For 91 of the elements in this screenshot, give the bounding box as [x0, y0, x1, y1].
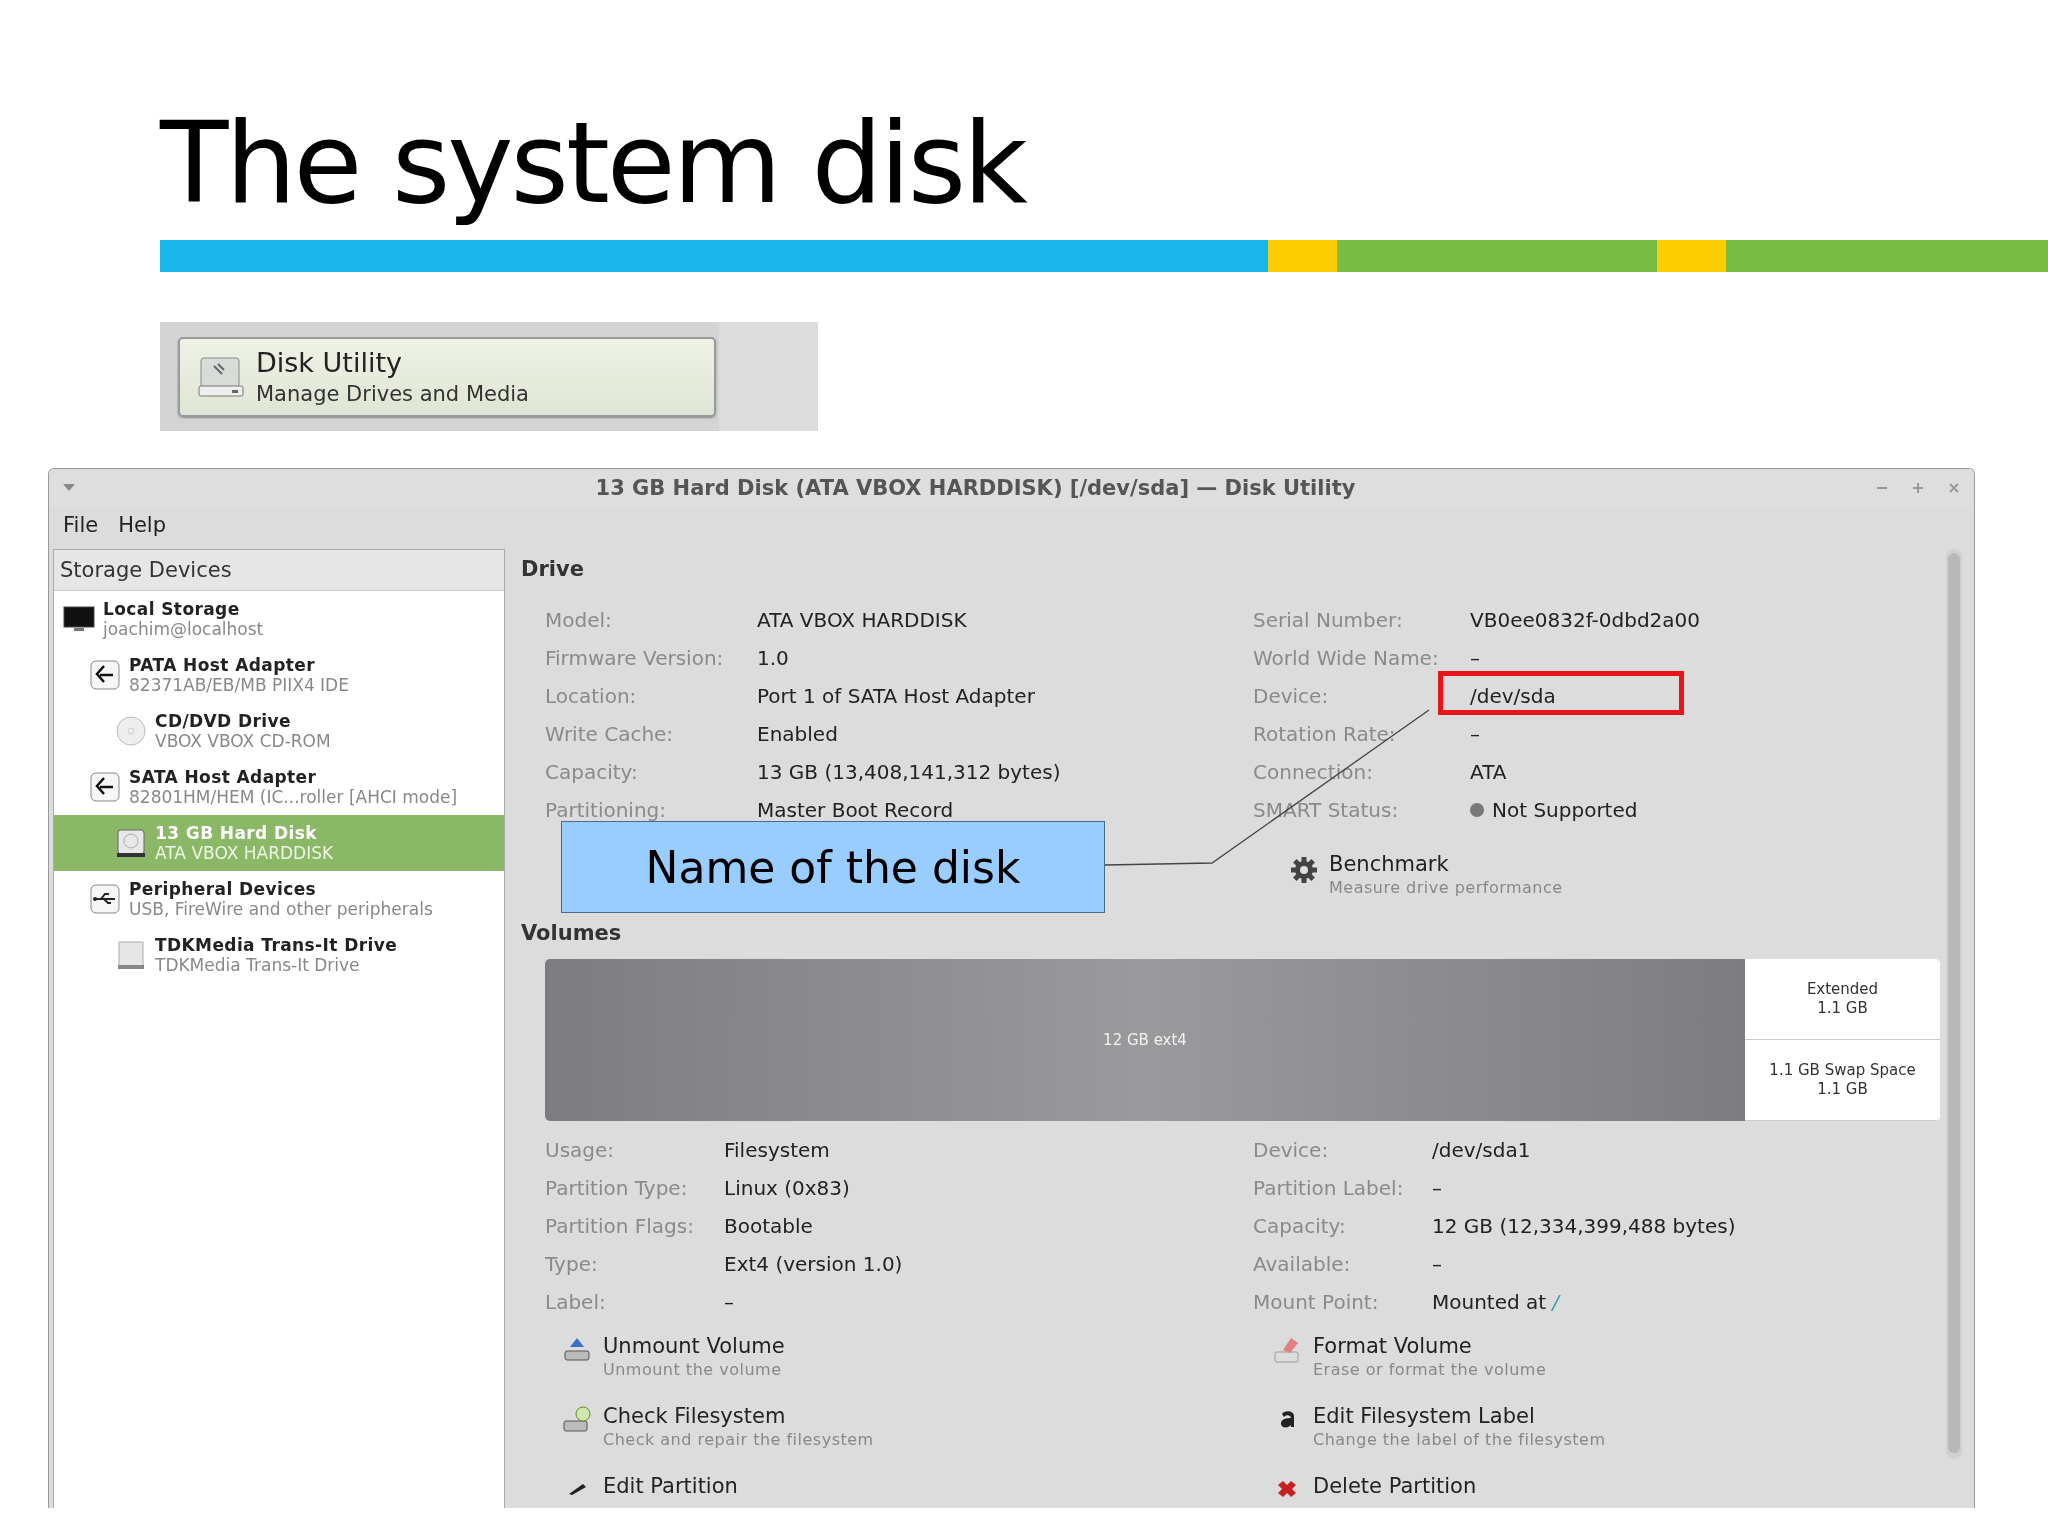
- field-value: –: [1470, 721, 1481, 748]
- field-value: –: [1432, 1251, 1443, 1278]
- partition-label: 12 GB ext4: [1103, 1030, 1187, 1050]
- close-icon[interactable]: [1948, 482, 1960, 494]
- connector-icon: [88, 770, 122, 804]
- sidebar-item[interactable]: SATA Host Adapter 82801HM/HEM (IC...roller [AHCI mode]: [54, 759, 504, 815]
- field-label: Partition Label:: [1253, 1175, 1405, 1202]
- field-value: ATA: [1470, 759, 1508, 786]
- field-label: Firmware Version:: [545, 645, 725, 672]
- field-label: Usage:: [545, 1137, 616, 1164]
- scroll-thumb[interactable]: [1948, 553, 1960, 1453]
- field-label: Model:: [545, 607, 613, 634]
- disc-icon: [114, 714, 148, 748]
- partition-label: 1.1 GB: [1817, 1080, 1868, 1099]
- usb-icon: [88, 882, 122, 916]
- field-value: –: [1470, 645, 1481, 672]
- field-value: VB0ee0832f-0dbd2a00: [1470, 607, 1702, 634]
- field-value: Master Boot Record: [757, 797, 955, 824]
- partition-segment[interactable]: 1.1 GB Swap Space 1.1 GB: [1745, 1040, 1940, 1121]
- hard-drive-icon: [114, 826, 148, 860]
- field-label: Capacity:: [545, 759, 639, 786]
- field-label: Available:: [1253, 1251, 1352, 1278]
- sidebar-item[interactable]: PATA Host Adapter 82371AB/EB/MB PIIX4 IDE: [54, 647, 504, 703]
- slide-title: The system disk: [158, 97, 1027, 230]
- field-value: Mounted at: [1432, 1289, 1547, 1316]
- field-value: Enabled: [757, 721, 839, 748]
- status-dot-icon: [1470, 803, 1484, 817]
- launcher-subtitle: Manage Drives and Media: [256, 380, 529, 408]
- action-item[interactable]: Edit Filesystem Label Change the label of the filesystem: [1271, 1403, 1970, 1451]
- field-value: –: [1432, 1175, 1443, 1202]
- eject-icon: [562, 1336, 592, 1362]
- launcher-title: Disk Utility: [256, 345, 403, 380]
- field-label: Serial Number:: [1253, 607, 1404, 634]
- field-value: /dev/sda: [1470, 683, 1557, 710]
- field-label: Write Cache:: [545, 721, 675, 748]
- field-value: Port 1 of SATA Host Adapter: [757, 683, 1036, 710]
- sidebar-item[interactable]: Peripheral Devices USB, FireWire and other peripherals: [54, 871, 504, 927]
- partition-label: 1.1 GB Swap Space: [1769, 1061, 1916, 1080]
- field-value: 1.0: [757, 645, 790, 672]
- letter-icon: [1279, 1410, 1295, 1428]
- field-label: Partition Flags:: [545, 1213, 695, 1240]
- menu-item[interactable]: Help: [118, 513, 167, 537]
- field-label: Label:: [545, 1289, 607, 1316]
- delete-icon: [1277, 1480, 1297, 1498]
- field-value: –: [724, 1289, 735, 1316]
- section-heading: Drive: [521, 556, 585, 583]
- partition-label: Extended: [1806, 980, 1879, 999]
- sidebar-header: Storage Devices: [54, 550, 504, 591]
- field-value: Linux (0x83): [724, 1175, 851, 1202]
- sidebar-item[interactable]: CD/DVD Drive VBOX VBOX CD-ROM: [54, 703, 504, 759]
- launcher-button[interactable]: Disk Utility Manage Drives and Media: [178, 336, 716, 417]
- dropdown-icon[interactable]: [63, 484, 75, 492]
- field-label: Rotation Rate:: [1253, 721, 1397, 748]
- partition-label: 1.1 GB: [1817, 999, 1868, 1018]
- partition-segment[interactable]: Extended 1.1 GB: [1745, 959, 1940, 1040]
- action-item[interactable]: Unmount Volume Unmount the volume: [561, 1333, 1271, 1381]
- field-value: Filesystem: [724, 1137, 831, 1164]
- action-item[interactable]: Format Volume Erase or format the volume: [1271, 1333, 1970, 1381]
- field-value: Ext4 (version 1.0): [724, 1251, 904, 1278]
- field-value: Bootable: [724, 1213, 814, 1240]
- field-label: Device:: [1253, 1137, 1330, 1164]
- scrollbar[interactable]: [1946, 549, 1962, 1459]
- action-item[interactable]: Check Filesystem Check and repair the filesystem: [561, 1403, 1271, 1451]
- callout-box: Name of the disk: [561, 821, 1105, 913]
- pencil-icon: [567, 1482, 587, 1496]
- window-title: 13 GB Hard Disk (ATA VBOX HARDDISK) [/dev/sda] — Disk Utility: [594, 476, 1357, 500]
- action-item[interactable]: Edit Partition: [561, 1473, 1271, 1505]
- field-label: Capacity:: [1253, 1213, 1347, 1240]
- field-value: ATA VBOX HARDDISK: [757, 607, 968, 634]
- maximize-icon[interactable]: [1912, 482, 1924, 494]
- benchmark-action[interactable]: Benchmark Measure drive performance: [1289, 851, 1970, 899]
- field-label: Type:: [545, 1251, 599, 1278]
- field-value: 13 GB (13,408,141,312 bytes): [757, 759, 1062, 786]
- gear-icon: [1289, 855, 1319, 885]
- connector-icon: [88, 658, 122, 692]
- field-label: Partitioning:: [545, 797, 667, 824]
- section-heading: Volumes: [521, 920, 623, 947]
- sidebar-item[interactable]: TDKMedia Trans-It Drive TDKMedia Trans-It Drive: [54, 927, 504, 983]
- eraser-icon: [1273, 1335, 1301, 1363]
- field-label: Partition Type:: [545, 1175, 689, 1202]
- status-text: Not Supported: [1492, 797, 1638, 824]
- sidebar-item[interactable]: Local Storage joachim@localhost: [54, 591, 504, 647]
- menu-item[interactable]: File: [63, 513, 99, 537]
- action-item[interactable]: Delete Partition: [1271, 1473, 1970, 1505]
- field-label: World Wide Name:: [1253, 645, 1440, 672]
- field-value: 12 GB (12,334,399,488 bytes): [1432, 1213, 1737, 1240]
- field-value: /dev/sda1: [1432, 1137, 1532, 1164]
- field-label: Device:: [1253, 683, 1330, 710]
- field-label: Mount Point:: [1253, 1289, 1380, 1316]
- drive-check-icon: [562, 1405, 592, 1433]
- field-label: Location:: [545, 683, 638, 710]
